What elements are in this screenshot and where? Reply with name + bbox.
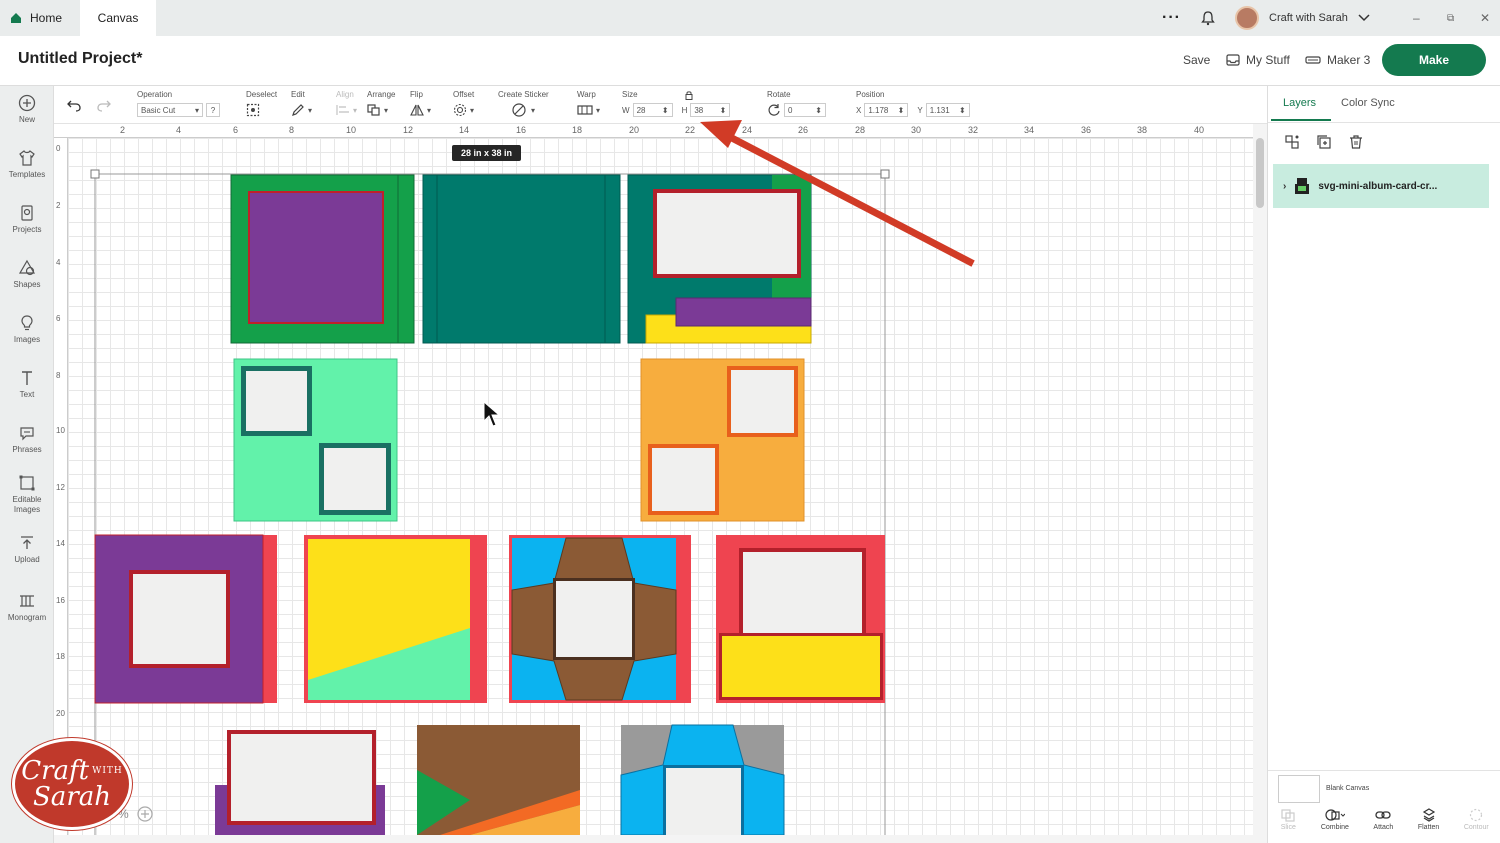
tab-color-sync[interactable]: Color Sync — [1341, 97, 1395, 109]
attach-icon — [1375, 811, 1391, 819]
mouse-cursor-icon — [483, 400, 501, 427]
card-orange[interactable] — [640, 358, 805, 522]
logo-line2: Sarah — [33, 782, 111, 812]
layer-name: svg-mini-album-card-cr... — [1318, 180, 1438, 192]
contour-icon — [1470, 808, 1483, 822]
card-green-purple[interactable] — [230, 174, 415, 344]
card-teal-frame[interactable] — [627, 174, 812, 344]
zoom-in-icon[interactable] — [137, 806, 153, 822]
zoom-control[interactable]: % — [118, 806, 153, 822]
combine-icon — [1325, 809, 1345, 821]
card-gray-blue[interactable] — [620, 724, 785, 835]
blank-canvas-label: Blank Canvas — [1326, 785, 1370, 792]
contour-label: Contour — [1463, 824, 1489, 831]
horizontal-scrollbar[interactable] — [54, 835, 1254, 843]
card-mint[interactable] — [233, 358, 398, 522]
contour-button[interactable]: Contour — [1464, 808, 1489, 843]
duplicate-icon[interactable] — [1316, 134, 1332, 150]
tab-color-sync-label: Color Sync — [1341, 97, 1395, 109]
layer-tools-bar: Slice Combine Attach Flatten Contour — [1268, 808, 1500, 843]
selection-handle[interactable] — [90, 169, 100, 179]
size-tooltip: 28 in x 38 in — [452, 145, 522, 161]
flatten-label: Flatten — [1417, 824, 1440, 831]
craft-with-sarah-logo: Craft WITH Sarah — [12, 738, 132, 830]
trash-icon[interactable] — [1348, 134, 1364, 150]
layer-actions — [1284, 134, 1364, 150]
card-yellow-mint[interactable] — [304, 535, 487, 703]
size-tooltip-text: 28 in x 38 in — [461, 148, 513, 158]
logo-with: WITH — [92, 766, 123, 776]
attach-label: Attach — [1373, 824, 1394, 831]
slice-icon — [1281, 809, 1295, 822]
scroll-thumb[interactable] — [1256, 138, 1264, 208]
card-red-yellow[interactable] — [716, 535, 885, 703]
chevron-right-icon[interactable]: › — [1283, 181, 1286, 192]
divider — [1268, 770, 1500, 771]
attach-button[interactable]: Attach — [1373, 808, 1393, 843]
group-icon[interactable] — [1284, 134, 1300, 150]
vertical-scrollbar[interactable] — [1253, 124, 1267, 843]
card-purple-frame[interactable] — [215, 730, 385, 835]
combine-label: Combine — [1320, 824, 1349, 831]
slice-label: Slice — [1280, 824, 1296, 831]
tab-layers-label: Layers — [1283, 97, 1317, 109]
combine-button[interactable]: Combine — [1321, 808, 1349, 843]
card-teal[interactable] — [422, 174, 621, 344]
card-purple[interactable] — [94, 534, 277, 704]
selection-handle[interactable] — [880, 169, 890, 179]
layer-row[interactable]: › svg-mini-album-card-cr... — [1273, 164, 1489, 208]
slice-button[interactable]: Slice — [1280, 808, 1296, 843]
divider — [1268, 122, 1500, 123]
tab-layers[interactable]: Layers — [1283, 97, 1316, 109]
flatten-button[interactable]: Flatten — [1418, 808, 1439, 843]
card-blue-brown[interactable] — [509, 535, 691, 703]
layer-thumbnail-icon — [1295, 178, 1310, 194]
flatten-icon — [1422, 808, 1435, 822]
card-brown-stripes[interactable] — [417, 725, 580, 835]
active-tab-indicator — [1271, 119, 1331, 121]
blank-canvas-swatch[interactable] — [1278, 775, 1320, 803]
layers-panel: Layers Color Sync › svg-mini-album-card-… — [1267, 86, 1500, 843]
